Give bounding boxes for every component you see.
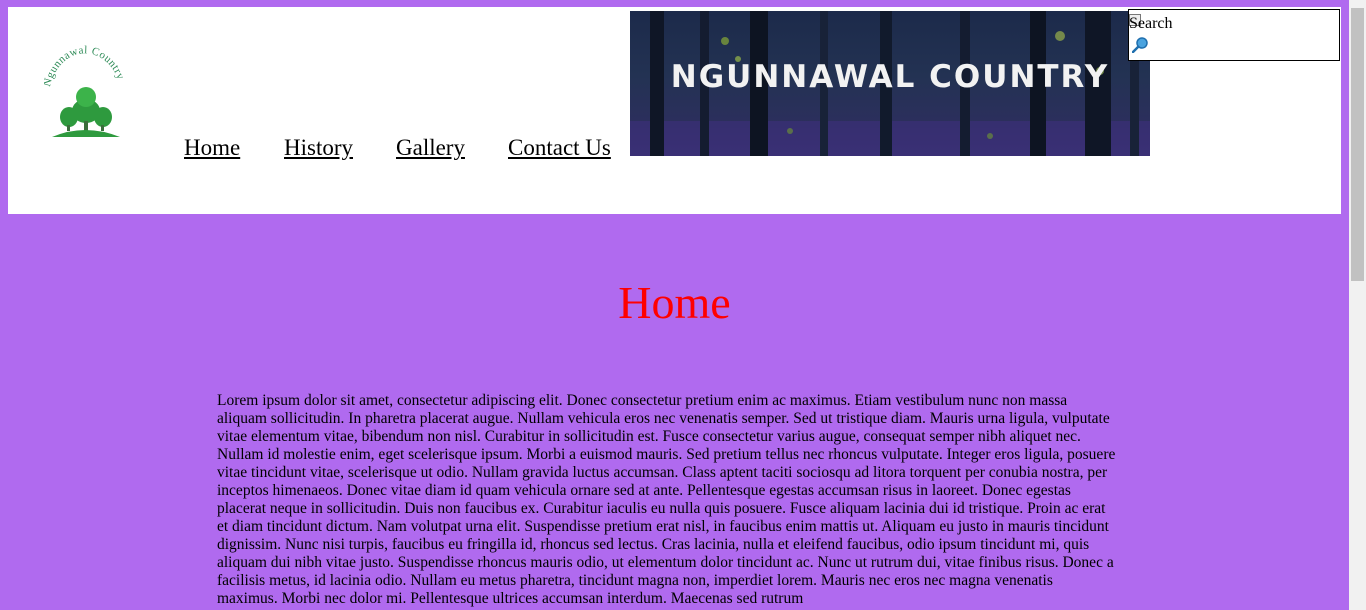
svg-text:Ngunnawal Country: Ngunnawal Country: [44, 44, 126, 88]
logo-text: Ngunnawal Country: [44, 44, 126, 88]
search-widget[interactable]: Search: [1128, 9, 1340, 61]
scrollbar-thumb[interactable]: [1351, 8, 1364, 281]
page-title: Home: [618, 277, 731, 328]
nav-contact-us-link[interactable]: Contact Us: [508, 135, 611, 161]
nav-history-link[interactable]: History: [284, 135, 353, 161]
banner-title: NGUNNAWAL COUNTRY: [670, 59, 1110, 95]
nav-home-link[interactable]: Home: [184, 135, 240, 161]
ngunnawal-logo[interactable]: Ngunnawal Country: [44, 25, 126, 137]
nav-gallery-link[interactable]: Gallery: [396, 135, 465, 161]
vertical-scrollbar[interactable]: [1349, 0, 1366, 610]
body-paragraph: Lorem ipsum dolor sit amet, consectetur …: [217, 392, 1116, 607]
search-label: Search: [1129, 15, 1173, 32]
magnifier-icon[interactable]: [1132, 36, 1149, 53]
header-banner: NGUNNAWAL COUNTRY: [630, 11, 1150, 156]
